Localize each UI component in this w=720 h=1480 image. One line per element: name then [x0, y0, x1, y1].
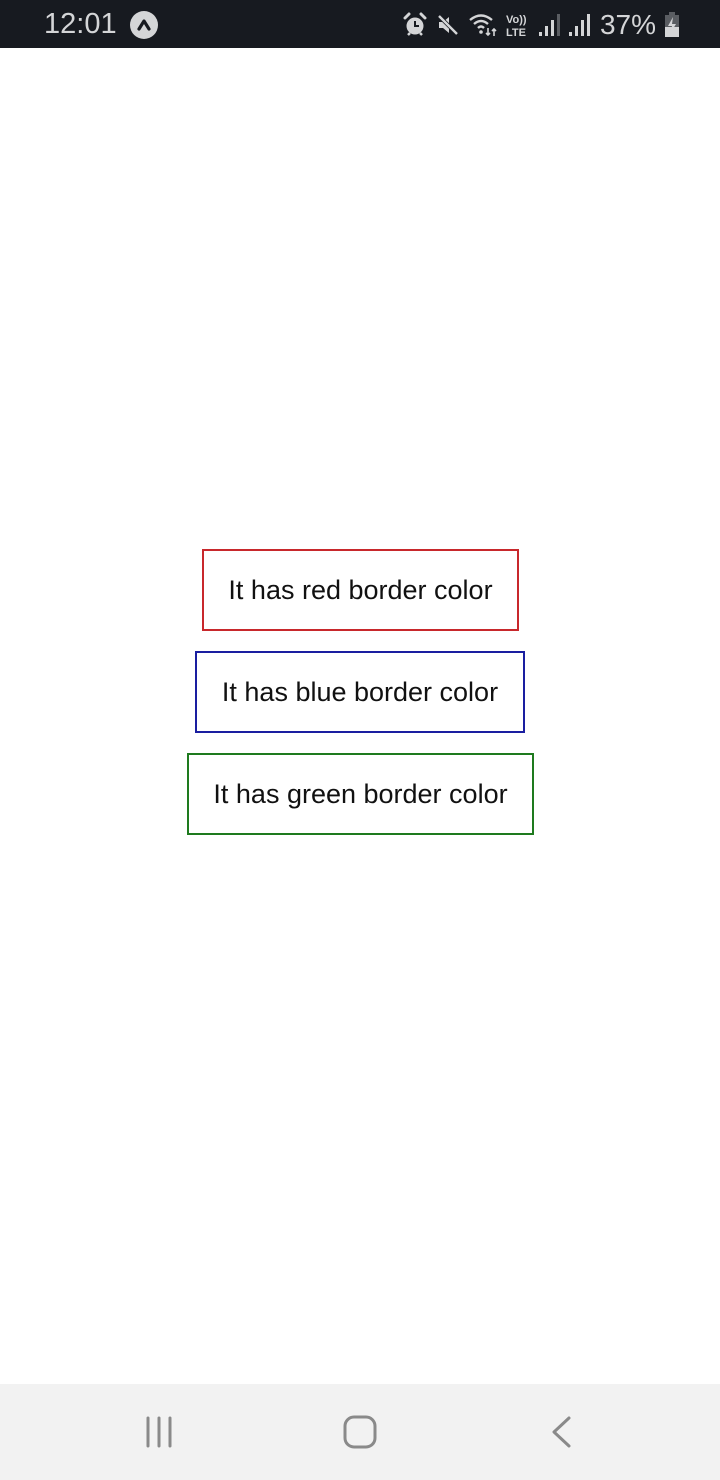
app-notification-icon: [130, 11, 158, 39]
volte-icon: Vo))LTE: [506, 14, 527, 38]
battery-percent: 37%: [599, 9, 656, 40]
wifi-icon: [469, 14, 497, 37]
red-box-label: It has red border color: [228, 574, 493, 605]
recent-apps-button[interactable]: [135, 1408, 183, 1456]
back-button[interactable]: [538, 1408, 586, 1456]
mute-icon: [437, 14, 459, 36]
status-bar: 12:01 Vo)) LTE 37%: [0, 0, 720, 48]
blue-border-box: It has blue border color: [195, 651, 525, 733]
battery-charging-icon: [665, 12, 679, 37]
recent-apps-icon: [146, 1416, 172, 1448]
back-icon: [552, 1416, 571, 1448]
blue-box-label: It has blue border color: [221, 676, 499, 707]
green-border-box: It has green border color: [187, 753, 534, 835]
status-time: 12:01: [44, 8, 117, 40]
volte-bottom-text: LTE: [506, 27, 526, 38]
main-content: It has red border color It has blue bord…: [0, 48, 720, 1384]
home-button[interactable]: [336, 1408, 384, 1456]
volte-top-text: Vo)): [506, 14, 527, 26]
green-box-label: It has green border color: [213, 778, 508, 809]
signal-icon: [568, 14, 590, 36]
signal-icon: [538, 14, 560, 36]
red-border-box: It has red border color: [202, 549, 519, 631]
alarm-icon: [403, 12, 427, 36]
navigation-bar: [0, 1384, 720, 1480]
home-icon: [343, 1415, 377, 1449]
